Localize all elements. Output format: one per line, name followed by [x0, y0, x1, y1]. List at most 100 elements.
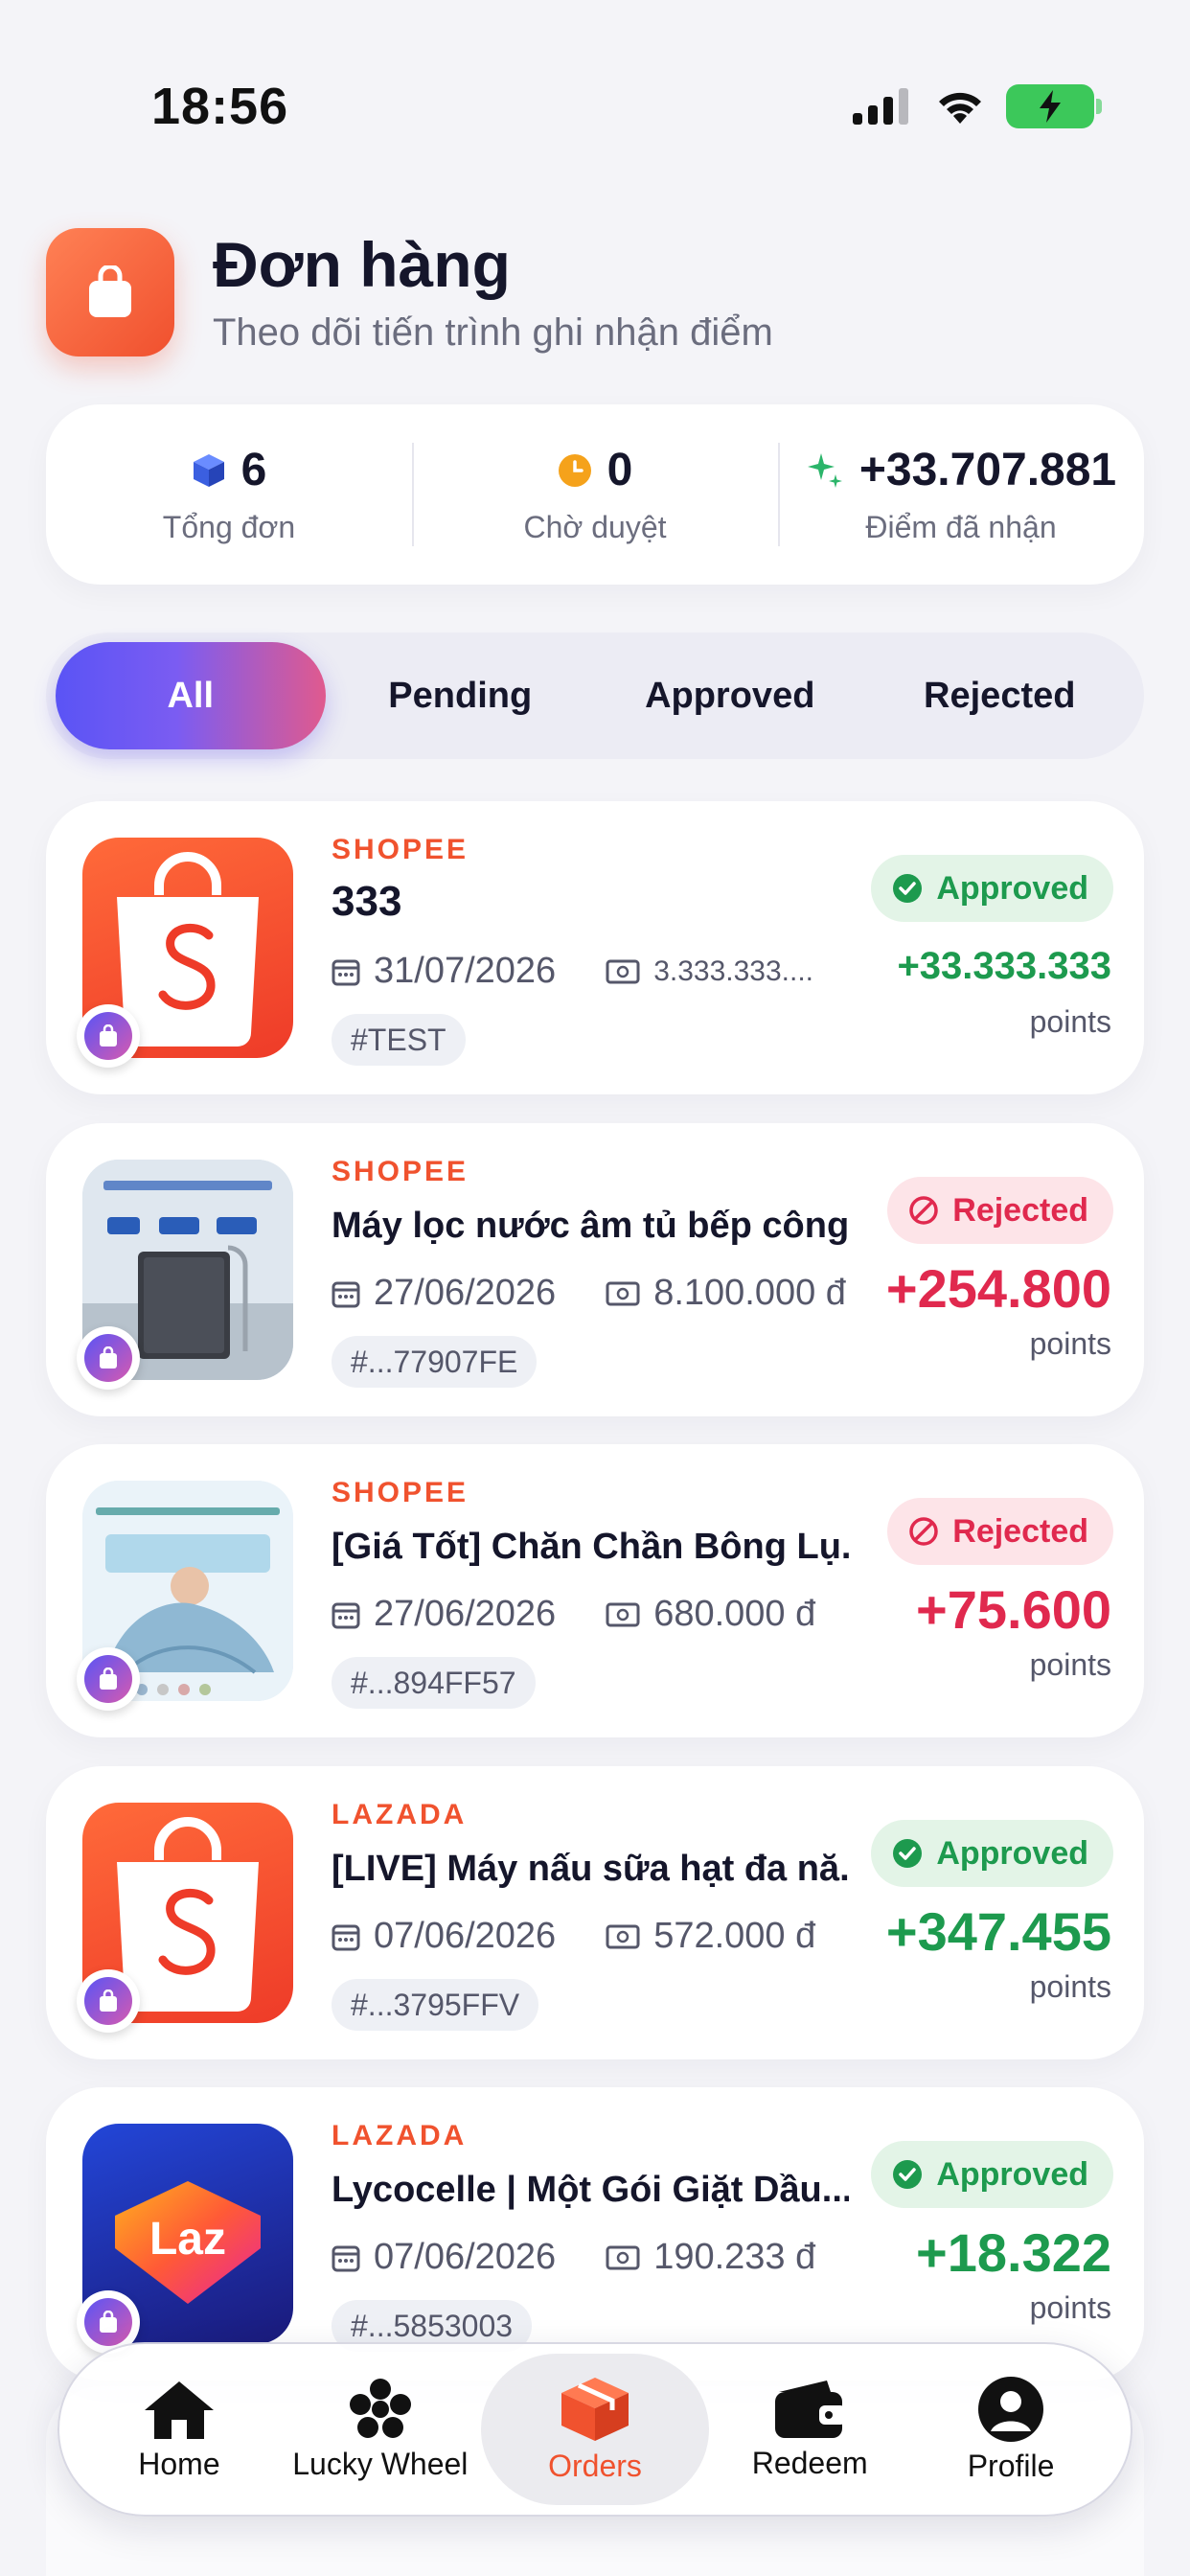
calendar-icon [332, 1602, 360, 1628]
nav-label: Profile [967, 2448, 1055, 2483]
tab-rejected[interactable]: Rejected [865, 642, 1135, 749]
order-date: 31/07/2026 [374, 951, 557, 991]
status-badge-rejected: Rejected [887, 1177, 1113, 1244]
order-date: 07/06/2026 [374, 1916, 557, 1956]
order-badge-icon [77, 1969, 140, 2033]
stat-value: 6 [240, 445, 267, 495]
order-date: 07/06/2026 [374, 2237, 557, 2277]
filter-tabs: All Pending Approved Rejected [46, 632, 1144, 759]
order-card[interactable]: SHOPEE [Giá Tốt] Chăn Chần Bông Lụ... 27… [46, 1444, 1144, 1737]
order-meta: 07/06/2026 190.233 đ [332, 2237, 815, 2278]
stat-points-earned: +33.707.881 Điểm đã nhận [778, 404, 1144, 585]
tab-pending[interactable]: Pending [326, 642, 596, 749]
stat-value: +33.707.881 [858, 445, 1117, 495]
order-points: +254.800 [885, 1258, 1111, 1319]
tab-approved[interactable]: Approved [595, 642, 865, 749]
calendar-icon [332, 2245, 360, 2271]
profile-icon [978, 2376, 1044, 2442]
check-circle-icon [893, 2160, 923, 2189]
stats-card: 6 Tổng đơn 0 Chờ duyệt +33.707.881 Điểm … [46, 404, 1144, 585]
status-bar: 18:56 [0, 0, 1190, 153]
order-card[interactable]: Laz LAZADA Lycocelle | Một Gói Giặt Dầu.… [46, 2087, 1144, 2380]
order-date: 27/06/2026 [374, 1273, 557, 1313]
signal-icon [853, 88, 908, 125]
shopping-bag-icon [46, 228, 174, 356]
cash-icon [606, 959, 640, 983]
order-points: +75.600 [916, 1579, 1111, 1640]
status-label: Approved [936, 1834, 1088, 1872]
order-card[interactable]: SHOPEE 333 31/07/2026 3.333.333.... #TES… [46, 801, 1144, 1094]
order-title: [LIVE] Máy nấu sữa hạt đa nă... [332, 1849, 849, 1889]
order-amount: 680.000 đ [653, 1594, 816, 1634]
order-platform: LAZADA [332, 2120, 468, 2151]
cash-icon [606, 1281, 640, 1305]
order-title: [Giá Tốt] Chăn Chần Bông Lụ... [332, 1527, 849, 1567]
points-label: points [1029, 1004, 1111, 1039]
check-circle-icon [893, 1839, 923, 1868]
page-header: Đơn hàng Theo dõi tiến trình ghi nhận đi… [46, 228, 773, 356]
cube-icon [193, 453, 224, 487]
status-badge-rejected: Rejected [887, 1498, 1113, 1565]
order-meta: 27/06/2026 8.100.000 đ [332, 1273, 846, 1314]
nav-home[interactable]: Home [79, 2354, 280, 2505]
flower-icon [349, 2378, 411, 2438]
order-amount: 190.233 đ [653, 2237, 816, 2277]
battery-icon [1006, 84, 1102, 128]
status-label: Rejected [952, 1191, 1088, 1229]
order-date: 27/06/2026 [374, 1594, 557, 1634]
order-amount: 572.000 đ [653, 1916, 816, 1956]
nav-label: Home [138, 2446, 220, 2481]
order-title: Lycocelle | Một Gói Giặt Dầu... [332, 2170, 849, 2210]
status-label: Rejected [952, 1512, 1088, 1550]
order-points: +18.322 [916, 2222, 1111, 2283]
order-card[interactable]: LAZADA [LIVE] Máy nấu sữa hạt đa nă... 0… [46, 1766, 1144, 2059]
order-badge-icon [77, 1326, 140, 1390]
order-tag: #...77907FE [332, 1336, 538, 1388]
stat-label: Điểm đã nhận [865, 510, 1057, 544]
status-icons [853, 84, 1102, 128]
order-points: +347.455 [885, 1901, 1111, 1962]
svg-text:Laz: Laz [149, 2214, 226, 2265]
status-badge-approved: Approved [871, 2141, 1113, 2208]
order-meta: 07/06/2026 572.000 đ [332, 1916, 815, 1957]
page-title: Đơn hàng [213, 229, 511, 301]
clock-icon [558, 453, 591, 487]
order-platform: SHOPEE [332, 1477, 469, 1508]
nav-profile[interactable]: Profile [910, 2354, 1111, 2505]
wallet-icon [775, 2380, 847, 2438]
calendar-icon [332, 1281, 360, 1307]
nav-label: Orders [548, 2448, 642, 2483]
points-label: points [1029, 1969, 1111, 2004]
cash-icon [606, 1602, 640, 1626]
nav-label: Redeem [751, 2445, 868, 2480]
home-icon [144, 2380, 214, 2439]
order-meta: 27/06/2026 680.000 đ [332, 1594, 815, 1635]
order-tag: #TEST [332, 1014, 466, 1066]
stat-pending: 0 Chờ duyệt [412, 404, 778, 585]
order-card[interactable]: SHOPEE Máy lọc nước âm tủ bếp công... 27… [46, 1123, 1144, 1416]
cash-icon [606, 2245, 640, 2269]
order-platform: LAZADA [332, 1799, 468, 1830]
status-time: 18:56 [151, 78, 289, 135]
status-label: Approved [936, 869, 1088, 907]
status-badge-approved: Approved [871, 1820, 1113, 1887]
order-badge-icon [77, 1004, 140, 1068]
box-icon [561, 2377, 629, 2441]
order-title: 333 [332, 878, 402, 925]
nav-label: Lucky Wheel [292, 2446, 469, 2481]
ban-icon [909, 1196, 939, 1225]
points-label: points [1029, 2290, 1111, 2325]
order-title: Máy lọc nước âm tủ bếp công... [332, 1206, 849, 1246]
tab-all[interactable]: All [56, 642, 326, 749]
nav-orders[interactable]: Orders [480, 2354, 710, 2505]
order-platform: SHOPEE [332, 834, 469, 865]
order-amount: 3.333.333.... [653, 954, 813, 987]
wifi-icon [939, 92, 981, 124]
check-circle-icon [893, 874, 923, 903]
stat-value: 0 [606, 445, 633, 495]
nav-lucky-wheel[interactable]: Lucky Wheel [280, 2354, 481, 2505]
nav-redeem[interactable]: Redeem [709, 2354, 910, 2505]
cash-icon [606, 1924, 640, 1948]
status-label: Approved [936, 2155, 1088, 2193]
order-amount: 8.100.000 đ [653, 1273, 846, 1313]
